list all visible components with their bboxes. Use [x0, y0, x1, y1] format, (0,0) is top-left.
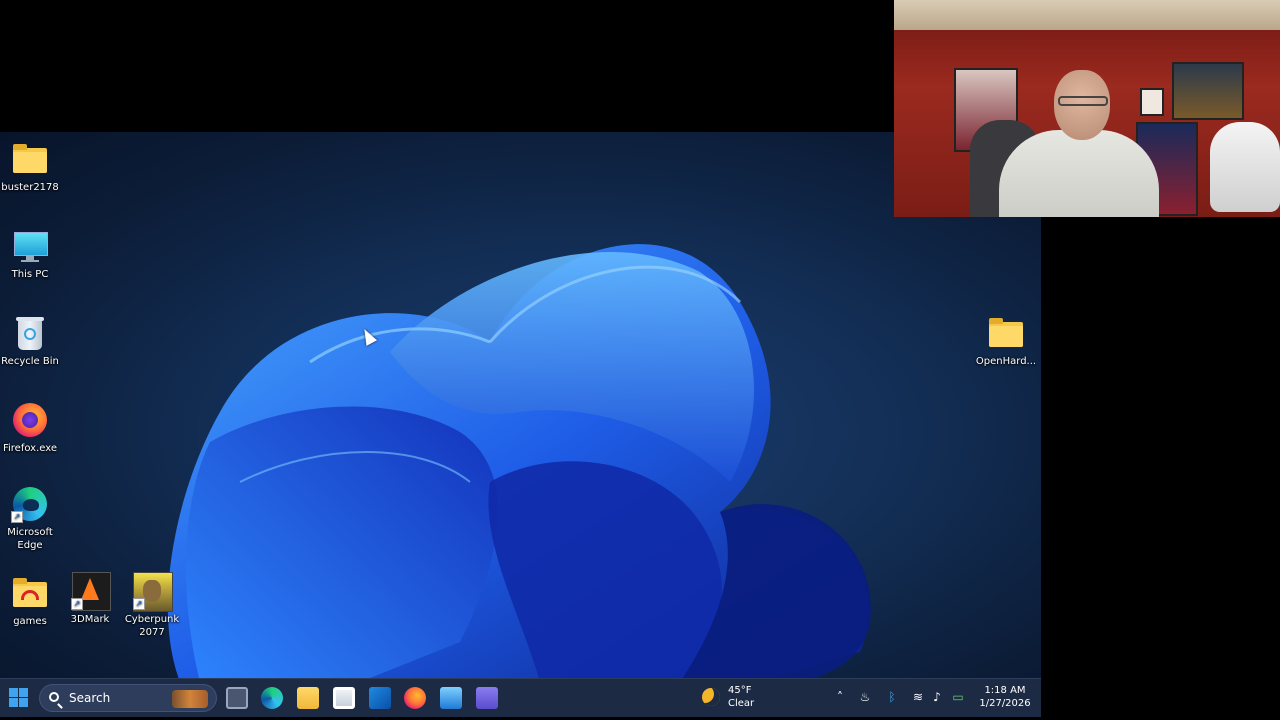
- desktop-icon-label: buster2178: [1, 182, 59, 193]
- clock[interactable]: 1:18 AM 1/27/2026: [972, 684, 1038, 710]
- desktop-icon-label: Recycle Bin: [1, 356, 59, 367]
- start-button[interactable]: [8, 687, 30, 709]
- desktop-icon-this-pc[interactable]: This PC: [0, 227, 62, 281]
- cyberpunk-icon: ↗: [133, 572, 173, 612]
- chevron-up-icon[interactable]: ˄: [832, 689, 848, 705]
- moon-icon: [702, 688, 720, 706]
- wifi-icon[interactable]: ≋: [910, 689, 926, 705]
- search-box[interactable]: Search: [39, 684, 217, 712]
- desktop-icon-games[interactable]: games: [0, 574, 62, 628]
- volume-icon[interactable]: ♪: [929, 689, 945, 705]
- desktop-icon-buster2178[interactable]: buster2178: [0, 140, 62, 194]
- desktop-icon-edge[interactable]: ↗ Microsoft Edge: [0, 485, 62, 552]
- outlook-icon[interactable]: [369, 687, 391, 709]
- search-placeholder: Search: [69, 691, 111, 705]
- 3dmark-icon: ↗: [71, 572, 111, 611]
- clock-date: 1/27/2026: [979, 698, 1031, 709]
- task-view-icon[interactable]: [226, 687, 248, 709]
- poster: [1172, 62, 1244, 120]
- desktop-icon-label: Firefox.exe: [2, 443, 57, 454]
- battery-icon[interactable]: ▭: [950, 689, 966, 705]
- weather-temp: 45°F: [728, 685, 752, 696]
- search-icon: [49, 692, 59, 702]
- clock-time: 1:18 AM: [984, 685, 1026, 696]
- file-explorer-icon[interactable]: [297, 687, 319, 709]
- desktop-icon-recycle-bin[interactable]: Recycle Bin: [0, 314, 62, 368]
- desktop-icon-3dmark[interactable]: ↗ 3DMark: [58, 572, 122, 626]
- folder-icon: [989, 318, 1023, 347]
- desktop-icon-label: 3DMark: [70, 614, 110, 625]
- games-folder-icon: [11, 574, 49, 612]
- bluetooth-icon[interactable]: ᛒ: [884, 689, 900, 705]
- desktop-icon-openhardware[interactable]: OpenHard...: [974, 314, 1038, 368]
- wallpaper-bloom: [167, 244, 871, 678]
- desktop[interactable]: buster2178 This PC Recycle Bin Firefox.e…: [0, 132, 1041, 678]
- steam-icon[interactable]: ♨: [857, 689, 873, 705]
- firefox-icon[interactable]: [404, 687, 426, 709]
- weather-widget[interactable]: 45°F Clear: [702, 683, 772, 713]
- desktop-icon-label: Microsoft Edge: [7, 527, 53, 551]
- poster: [1140, 88, 1164, 116]
- folder-icon: [13, 144, 47, 173]
- weather-condition: Clear: [728, 698, 755, 709]
- desktop-icon-label: Cyberpunk 2077: [124, 614, 180, 638]
- person-body: [999, 130, 1159, 217]
- edge-icon: ↗: [11, 485, 49, 523]
- monitor-icon: [11, 227, 49, 265]
- firefox-icon: [11, 401, 49, 439]
- store-icon[interactable]: [333, 687, 355, 709]
- glasses: [1058, 96, 1108, 106]
- taskbar: Search 45°F Clear ˄ ♨ ᛒ ≋ ♪ ▭ 1:18 AM 1/…: [0, 678, 1041, 717]
- ceiling: [894, 0, 1280, 30]
- teams-icon[interactable]: [476, 687, 498, 709]
- search-highlight-icon: [172, 690, 208, 708]
- recycle-bin-icon: [11, 314, 49, 352]
- desktop-icon-label: games: [13, 616, 47, 627]
- bag: [1210, 122, 1280, 212]
- desktop-icon-firefox[interactable]: Firefox.exe: [0, 401, 62, 455]
- app-icon[interactable]: [440, 687, 462, 709]
- desktop-icon-label: OpenHard...: [975, 356, 1037, 367]
- edge-icon[interactable]: [261, 687, 283, 709]
- desktop-icon-cyberpunk[interactable]: ↗ Cyberpunk 2077: [120, 572, 184, 639]
- webcam-overlay: [894, 0, 1280, 217]
- desktop-icon-label: This PC: [11, 269, 49, 280]
